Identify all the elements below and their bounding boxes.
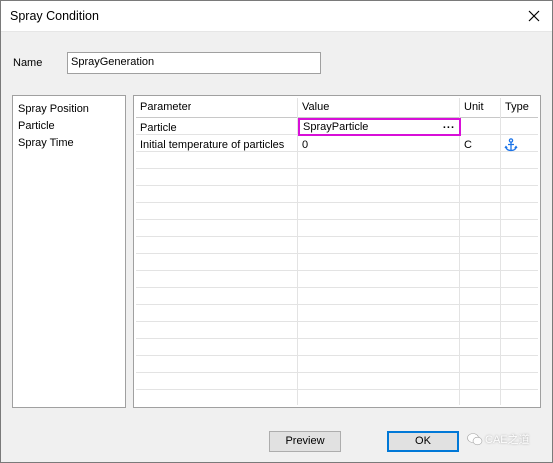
title-bar: Spray Condition [1, 1, 552, 32]
grid-row-divider [136, 338, 538, 339]
window-title: Spray Condition [10, 9, 99, 23]
name-input[interactable]: SprayGeneration [67, 52, 321, 74]
grid-row-divider [136, 168, 538, 169]
grid-row-divider [136, 304, 538, 305]
close-button[interactable] [522, 5, 546, 27]
ok-button[interactable]: OK [387, 431, 459, 452]
param-cell-particle: Particle [140, 122, 177, 134]
list-item-spray-time[interactable]: Spray Time [13, 135, 125, 152]
browse-button[interactable]: ... [443, 118, 455, 132]
grid-row-divider [136, 355, 538, 356]
grid-row-divider [136, 185, 538, 186]
grid-row-divider [136, 372, 538, 373]
parameter-grid: Parameter Value Unit Type Particle Spray… [136, 98, 538, 405]
watermark-text: CAE之道 [485, 434, 530, 446]
list-item-particle[interactable]: Particle [13, 118, 125, 135]
category-list: Spray Position Particle Spray Time [12, 95, 126, 408]
grid-row-divider [136, 253, 538, 254]
param-cell-initial-temperature: Initial temperature of particles [140, 139, 285, 151]
column-header-type[interactable]: Type [505, 99, 529, 116]
name-label: Name [13, 57, 43, 69]
grid-row-divider [136, 287, 538, 288]
watermark: CAE之道 [467, 431, 530, 447]
grid-row-divider [136, 236, 538, 237]
preview-button[interactable]: Preview [269, 431, 341, 452]
column-header-unit[interactable]: Unit [464, 99, 484, 116]
value-editor-text: SprayParticle [303, 121, 369, 133]
grid-column-divider [297, 98, 298, 405]
grid-column-divider [500, 98, 501, 405]
close-icon [528, 10, 540, 22]
column-header-parameter[interactable]: Parameter [140, 99, 191, 116]
grid-row-divider [136, 270, 538, 271]
spray-condition-dialog: Spray Condition Name SprayGeneration Spr… [0, 0, 553, 463]
wechat-icon [467, 432, 483, 445]
value-editor-spray-particle[interactable]: SprayParticle ... [298, 118, 461, 136]
unit-cell-initial-temperature: C [464, 139, 472, 151]
anchor-icon[interactable] [504, 138, 518, 152]
grid-row-divider [136, 202, 538, 203]
grid-column-divider [459, 98, 460, 405]
parameter-table: Parameter Value Unit Type Particle Spray… [133, 95, 541, 408]
value-cell-initial-temperature[interactable]: 0 [302, 137, 308, 154]
grid-row-divider [136, 389, 538, 390]
grid-row-divider [136, 219, 538, 220]
grid-row-divider [136, 321, 538, 322]
column-header-value[interactable]: Value [302, 99, 329, 116]
list-item-spray-position[interactable]: Spray Position [13, 101, 125, 118]
